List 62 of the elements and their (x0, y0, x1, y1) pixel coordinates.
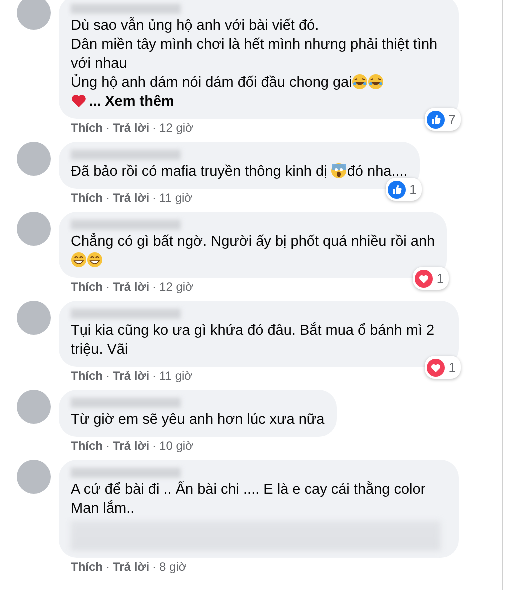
comment-text: Dân miền tây mình chơi là hết mình nhưng phải thiệt tình với nhau (71, 37, 438, 72)
comment-time[interactable]: 11 giờ (160, 369, 193, 384)
separator-dot: · (106, 191, 110, 206)
comment-time[interactable]: 12 giờ (160, 121, 194, 136)
reaction-badge[interactable]: 7 (424, 108, 461, 131)
see-more-link[interactable]: ... Xem thêm (89, 94, 174, 110)
comment-text: Chẳng có gì bất ngờ. Người ấy bị phốt quá nhiều rồi anh (71, 234, 436, 250)
comment-text: Đã bảo rồi có mafia truyền thông kinh dị (71, 164, 328, 180)
like-link[interactable]: Thích (71, 369, 103, 384)
reply-link[interactable]: Trả lời (113, 121, 150, 136)
reaction-count: 1 (436, 270, 444, 288)
separator-dot: · (152, 369, 157, 384)
separator-dot: · (106, 560, 110, 575)
separator-dot: · (106, 369, 110, 384)
comment-text: A cứ để bài đi .. Ẩn bài chi .... E là e cay cái thằng color Man lắm.. (71, 482, 426, 517)
separator-dot: · (152, 191, 157, 206)
like-link[interactable]: Thích (71, 560, 103, 575)
laughing-emoji-icon (368, 74, 384, 90)
separator-dot: · (152, 560, 157, 575)
comment-text: đó nha.... (347, 164, 408, 180)
avatar-placeholder[interactable] (17, 212, 51, 246)
separator-dot: · (152, 121, 157, 136)
grinning-emoji-icon (71, 252, 87, 268)
separator-dot: · (106, 280, 110, 295)
comment-text: Dù sao vẫn ủng hộ anh với bài viết đó. (71, 18, 320, 34)
reaction-badge[interactable]: 1 (412, 267, 450, 290)
reaction-count: 1 (448, 359, 456, 377)
screaming-emoji-icon (331, 163, 348, 179)
reaction-badge[interactable]: 1 (386, 178, 422, 201)
comment-text: Tụi kia cũng ko ưa gì khứa đó đâu. Bắt mua ổ bánh mì 2 triệu. Vãi (71, 323, 435, 358)
comment-time[interactable]: 10 giờ (160, 439, 194, 454)
separator-dot: · (106, 121, 110, 136)
comment-time[interactable]: 12 giờ (160, 280, 194, 295)
grinning-emoji-icon (87, 252, 103, 268)
avatar-placeholder[interactable] (17, 142, 51, 176)
separator-dot: · (152, 280, 157, 295)
reply-link[interactable]: Trả lời (113, 560, 150, 575)
laughing-emoji-icon (352, 74, 368, 90)
avatar-placeholder[interactable] (17, 0, 51, 30)
like-link[interactable]: Thích (71, 121, 103, 136)
thumbs-up-icon (426, 110, 445, 128)
avatar-placeholder[interactable] (17, 460, 51, 494)
comment-text: Ủng hộ anh dám nói dám đối đầu chong gai (71, 75, 352, 91)
like-link[interactable]: Thích (71, 191, 103, 206)
reply-link[interactable]: Trả lời (113, 280, 150, 295)
like-link[interactable]: Thích (71, 280, 103, 295)
comment-time[interactable]: 8 giờ (160, 560, 187, 575)
reply-link[interactable]: Trả lời (113, 369, 150, 384)
thumbs-up-icon (388, 180, 406, 198)
comment-text: Từ giờ em sẽ yêu anh hơn lúc xưa nữa (71, 412, 325, 428)
heart-icon (71, 93, 87, 109)
avatar-placeholder[interactable] (17, 390, 51, 424)
reaction-badge[interactable]: 1 (424, 356, 461, 379)
reply-link[interactable]: Trả lời (113, 191, 150, 206)
avatar-placeholder[interactable] (17, 301, 51, 335)
separator-dot: · (152, 439, 157, 454)
reply-link[interactable]: Trả lời (113, 439, 150, 454)
reaction-count: 1 (410, 181, 417, 199)
comment-time[interactable]: 11 giờ (160, 191, 193, 206)
like-link[interactable]: Thích (71, 439, 103, 454)
reaction-count: 7 (448, 111, 456, 129)
separator-dot: · (106, 439, 110, 454)
